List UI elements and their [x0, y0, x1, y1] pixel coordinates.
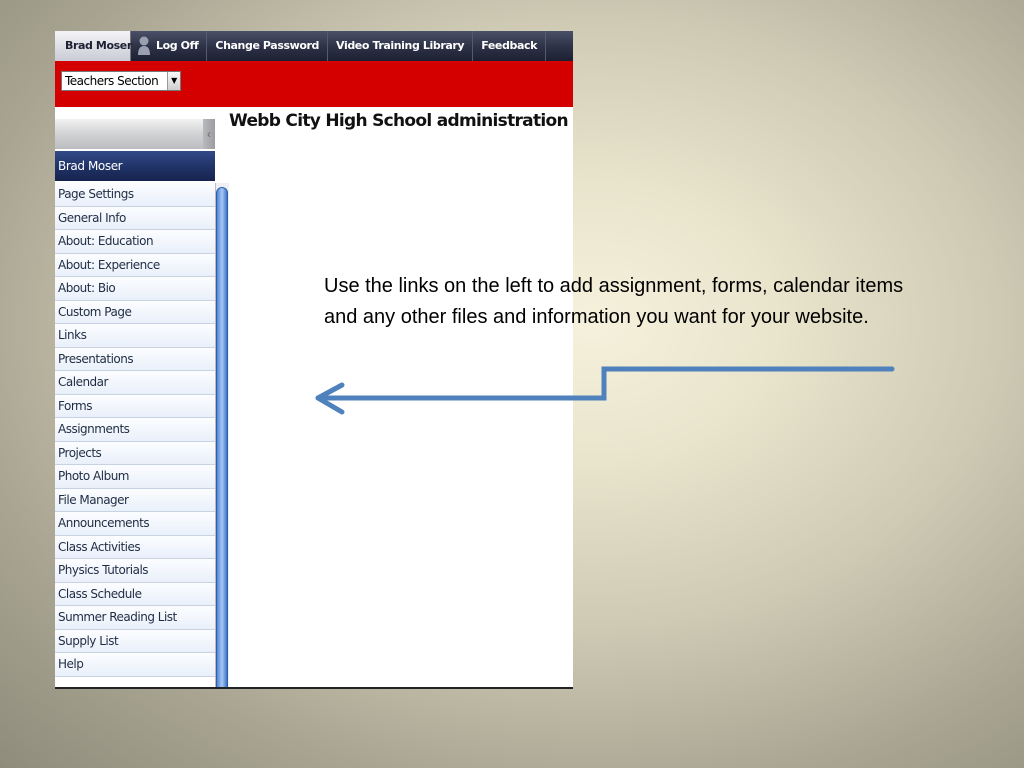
sidebar-item-page-settings[interactable]: Page Settings	[55, 183, 215, 207]
sidebar-item-file-manager[interactable]: File Manager	[55, 488, 215, 512]
sidebar: ‹ Brad Moser Page Settings General Info …	[55, 107, 229, 687]
sidebar-item-custom-page[interactable]: Custom Page	[55, 300, 215, 324]
video-training-library-link[interactable]: Video Training Library	[328, 31, 474, 61]
sidebar-item-projects[interactable]: Projects	[55, 441, 215, 465]
sidebar-item-announcements[interactable]: Announcements	[55, 512, 215, 536]
change-password-link[interactable]: Change Password	[207, 31, 329, 61]
sidebar-header: Brad Moser	[55, 151, 215, 181]
sidebar-item-links[interactable]: Links	[55, 324, 215, 348]
sidebar-item-calendar[interactable]: Calendar	[55, 371, 215, 395]
sidebar-item-summer-reading-list[interactable]: Summer Reading List	[55, 606, 215, 630]
top-navigation-bar: Brad Moser Log Off Change Password Video…	[55, 31, 573, 61]
section-select-value: Teachers Section	[65, 74, 159, 88]
annotation-text: Use the links on the left to add assignm…	[324, 275, 904, 328]
sidebar-item-class-schedule[interactable]: Class Schedule	[55, 582, 215, 606]
log-off-label: Log Off	[156, 39, 199, 52]
section-select[interactable]: Teachers Section ▼	[61, 71, 181, 91]
sidebar-item-class-activities[interactable]: Class Activities	[55, 535, 215, 559]
sidebar-item-general-info[interactable]: General Info	[55, 206, 215, 230]
arrow-left-icon	[315, 366, 895, 415]
section-bar: Teachers Section ▼	[55, 61, 573, 107]
feedback-link[interactable]: Feedback	[473, 31, 546, 61]
sidebar-item-about-bio[interactable]: About: Bio	[55, 277, 215, 301]
chevron-down-icon: ▼	[167, 72, 180, 90]
nav-user-name[interactable]: Brad Moser	[55, 31, 132, 61]
sidebar-item-about-education[interactable]: About: Education	[55, 230, 215, 254]
person-icon	[138, 36, 150, 55]
sidebar-item-forms[interactable]: Forms	[55, 394, 215, 418]
sidebar-item-presentations[interactable]: Presentations	[55, 347, 215, 371]
sidebar-item-physics-tutorials[interactable]: Physics Tutorials	[55, 559, 215, 583]
chevron-left-icon[interactable]: ‹	[203, 119, 215, 149]
page-title: Webb City High School administration are…	[229, 111, 573, 131]
sidebar-item-help[interactable]: Help	[55, 653, 215, 677]
sidebar-item-photo-album[interactable]: Photo Album	[55, 465, 215, 489]
sidebar-menu: Page Settings General Info About: Educat…	[55, 183, 215, 677]
sidebar-item-about-experience[interactable]: About: Experience	[55, 253, 215, 277]
sidebar-collapse-bar	[55, 119, 215, 149]
sidebar-item-supply-list[interactable]: Supply List	[55, 629, 215, 653]
sidebar-scroll-thumb[interactable]	[216, 187, 228, 687]
log-off-button[interactable]: Log Off	[131, 31, 208, 61]
sidebar-item-assignments[interactable]: Assignments	[55, 418, 215, 442]
